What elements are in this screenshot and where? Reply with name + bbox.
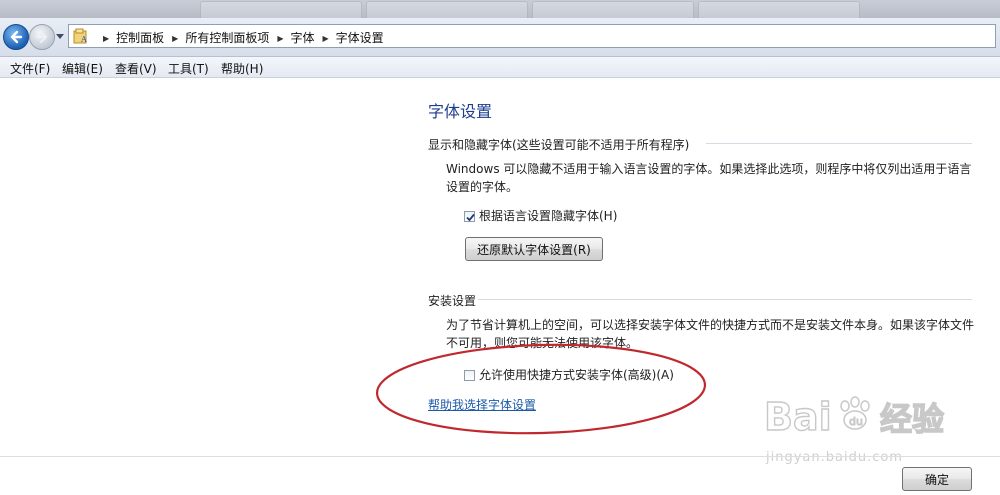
back-button[interactable] (3, 24, 29, 50)
background-tab[interactable] (366, 1, 528, 18)
hide-fonts-checkbox-label[interactable]: 根据语言设置隐藏字体(H) (479, 209, 617, 223)
navigation-bar: A ▶ 控制面板 ▶ 所有控制面板项 ▶ 字体 ▶ 字体设置 (0, 18, 1000, 57)
breadcrumb-separator-icon[interactable]: ▶ (103, 34, 109, 43)
breadcrumb-item[interactable]: 字体设置 (336, 31, 384, 45)
hide-fonts-checkbox[interactable] (464, 211, 475, 222)
install-group-header: 安装设置 (428, 294, 477, 308)
breadcrumb-separator-icon[interactable]: ▶ (277, 34, 283, 43)
annotation-ellipse (375, 343, 707, 435)
svg-text:du: du (849, 415, 863, 428)
display-group-description: Windows 可以隐藏不适用于输入语言设置的字体。如果选择此选项，则程序中将仅… (446, 162, 972, 194)
background-tab[interactable] (532, 1, 694, 18)
breadcrumb: ▶ 控制面板 ▶ 所有控制面板项 ▶ 字体 ▶ 字体设置 (95, 29, 384, 46)
back-arrow-icon (10, 30, 23, 44)
menu-tools[interactable]: 工具(T) (168, 60, 209, 77)
group-divider (706, 143, 972, 144)
restore-default-fonts-button[interactable]: 还原默认字体设置(R) (465, 237, 603, 261)
address-bar[interactable]: A ▶ 控制面板 ▶ 所有控制面板项 ▶ 字体 ▶ 字体设置 (68, 24, 996, 48)
breadcrumb-separator-icon[interactable]: ▶ (172, 34, 178, 43)
breadcrumb-item[interactable]: 所有控制面板项 (185, 31, 269, 45)
footer-divider (0, 456, 1000, 457)
breadcrumb-separator-icon[interactable]: ▶ (323, 34, 329, 43)
baidu-watermark-logo: Bai du 经验 (763, 394, 944, 439)
background-tab[interactable] (200, 1, 362, 18)
menu-bar: 文件(F) 编辑(E) 查看(V) 工具(T) 帮助(H) (0, 57, 1000, 78)
ok-button[interactable]: 确定 (902, 467, 972, 491)
background-tab[interactable] (698, 1, 860, 18)
page-title: 字体设置 (428, 102, 493, 121)
menu-help[interactable]: 帮助(H) (221, 60, 263, 77)
hide-fonts-checkbox-row[interactable]: 根据语言设置隐藏字体(H) (464, 207, 617, 224)
menu-file[interactable]: 文件(F) (10, 60, 50, 77)
svg-text:经验: 经验 (880, 400, 944, 438)
group-divider (478, 299, 972, 300)
forward-arrow-icon (36, 31, 47, 43)
svg-text:Bai: Bai (764, 395, 832, 439)
recent-pages-dropdown-icon[interactable] (56, 31, 64, 41)
browser-tab-strip (0, 0, 1000, 18)
checkmark-icon (466, 213, 475, 222)
menu-edit[interactable]: 编辑(E) (62, 60, 103, 77)
menu-view[interactable]: 查看(V) (115, 60, 157, 77)
svg-text:A: A (80, 35, 87, 44)
breadcrumb-item[interactable]: 字体 (291, 31, 315, 45)
watermark-url: jingyan.baidu.com (766, 450, 903, 465)
forward-button[interactable] (29, 24, 55, 50)
display-group-header: 显示和隐藏字体(这些设置可能不适用于所有程序) (428, 138, 690, 152)
breadcrumb-item[interactable]: 控制面板 (116, 31, 164, 45)
control-panel-folder-icon: A (73, 28, 87, 44)
